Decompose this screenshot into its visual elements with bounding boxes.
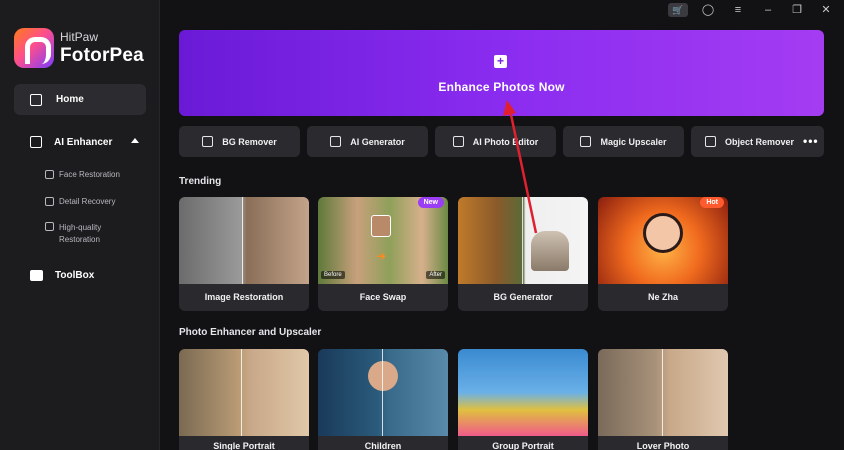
sidebar-item-toolbox[interactable]: ToolBox: [14, 264, 146, 286]
brand-sub: HitPaw: [60, 30, 99, 44]
card-thumbnail: [458, 349, 588, 436]
chevron-up-icon: [131, 138, 139, 143]
after-label: After: [426, 271, 445, 279]
card-thumbnail: [179, 197, 309, 284]
section-title-trending: Trending: [179, 176, 222, 187]
enhance-photos-banner[interactable]: + Enhance Photos Now: [179, 30, 824, 116]
sidebar-item-label: AI Enhancer: [54, 136, 113, 148]
banner-label: Enhance Photos Now: [438, 80, 565, 94]
app-window: HitPaw FotorPea Home AI Enhancer Face Re…: [0, 0, 844, 450]
before-label: Before: [321, 271, 345, 279]
cart-icon[interactable]: 🛒: [668, 3, 688, 17]
sidebar-subitem-detail-recovery[interactable]: Detail Recovery: [45, 197, 115, 206]
sidebar: HitPaw FotorPea Home AI Enhancer Face Re…: [0, 0, 160, 450]
card-label: Ne Zha: [647, 292, 678, 302]
face-icon: [45, 170, 54, 179]
card-bg-generator[interactable]: BG Generator: [458, 197, 588, 311]
more-tools-button[interactable]: •••: [803, 134, 819, 148]
sidebar-item-label: Home: [56, 94, 84, 105]
card-label: Lover Photo: [636, 441, 690, 450]
close-icon[interactable]: ✕: [819, 3, 833, 17]
magic-wand-icon: [330, 136, 342, 147]
card-label: Children: [364, 441, 402, 450]
card-label: Image Restoration: [204, 292, 284, 302]
card-children[interactable]: Children: [318, 349, 448, 450]
card-thumbnail: [179, 349, 309, 436]
section-title-enhancer: Photo Enhancer and Upscaler: [179, 327, 322, 338]
brand: HitPaw FotorPea: [14, 28, 144, 68]
new-badge: New: [417, 197, 444, 208]
card-label: Face Swap: [359, 292, 407, 302]
sidebar-item-home[interactable]: Home: [14, 84, 146, 115]
image-enhance-icon: [30, 136, 42, 148]
eraser-icon: [704, 136, 716, 147]
card-lover-photo[interactable]: Lover Photo: [598, 349, 728, 450]
card-image-restoration[interactable]: Image Restoration: [179, 197, 309, 311]
restore-icon[interactable]: ❐: [790, 3, 804, 17]
card-label: BG Generator: [493, 292, 553, 302]
card-single-portrait[interactable]: Single Portrait: [179, 349, 309, 450]
ai-generator-button[interactable]: AI Generator: [307, 126, 428, 157]
child-image: [368, 361, 398, 391]
app-logo-icon: [14, 28, 54, 68]
source-face-thumbnail: [371, 215, 391, 237]
toolbox-icon: [30, 269, 43, 281]
character-image: [643, 213, 683, 253]
account-icon[interactable]: ◯: [701, 3, 715, 17]
chair-image: [531, 231, 569, 271]
grid-icon: [45, 222, 54, 231]
bg-remover-icon: [202, 136, 214, 147]
hot-badge: Hot: [700, 197, 724, 208]
card-label: Single Portrait: [213, 441, 275, 450]
menu-icon[interactable]: ≡: [731, 3, 745, 17]
upscale-icon: [580, 136, 592, 147]
minimize-icon[interactable]: –: [761, 3, 775, 17]
sidebar-subitem-high-quality-restoration[interactable]: High-quality Restoration: [45, 222, 101, 246]
photo-edit-icon: [452, 136, 464, 147]
image-icon: [45, 197, 54, 206]
card-ne-zha[interactable]: Hot Ne Zha: [598, 197, 728, 311]
card-group-portrait[interactable]: Group Portrait: [458, 349, 588, 450]
sidebar-item-label: ToolBox: [55, 269, 95, 281]
home-icon: [30, 93, 42, 106]
sidebar-item-ai-enhancer[interactable]: AI Enhancer: [14, 131, 146, 153]
arrow-right-icon: ➜: [376, 249, 387, 263]
plus-icon: +: [494, 55, 507, 68]
sidebar-subitem-face-restoration[interactable]: Face Restoration: [45, 170, 120, 179]
card-face-swap[interactable]: ➜ New Before After Face Swap: [318, 197, 448, 311]
brand-name: FotorPea: [60, 45, 144, 66]
magic-upscaler-button[interactable]: Magic Upscaler: [563, 126, 684, 157]
card-thumbnail: [598, 349, 728, 436]
bg-remover-button[interactable]: BG Remover: [179, 126, 300, 157]
card-label: Group Portrait: [492, 441, 554, 450]
ai-photo-editor-button[interactable]: AI Photo Editor: [435, 126, 556, 157]
